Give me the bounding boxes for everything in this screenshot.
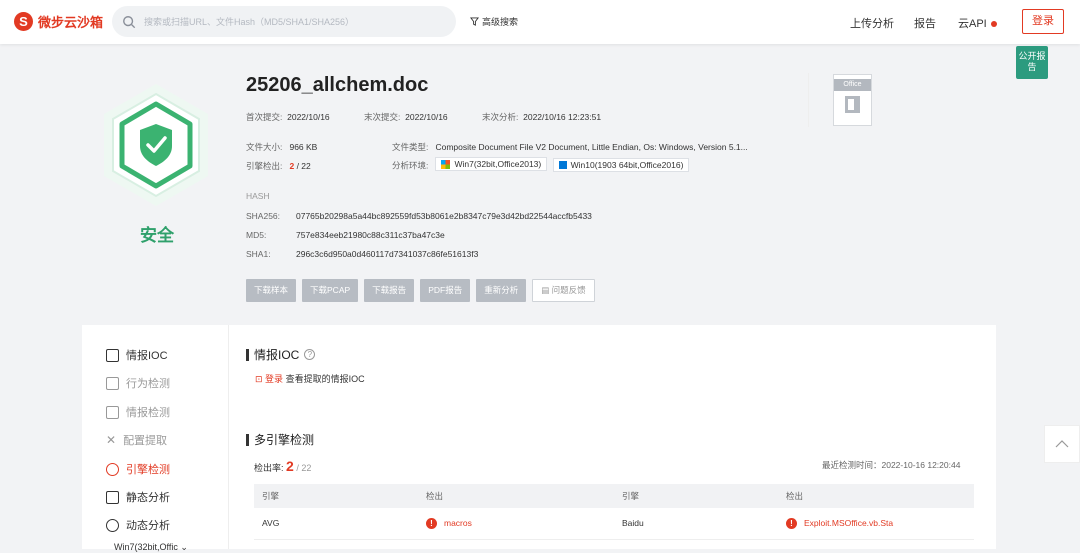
sidebar-env-select[interactable]: Win7(32bit,Offic ⌄: [114, 542, 188, 553]
engine-name: AVG: [254, 508, 418, 540]
engine-result: ! Exploit.MSOffice.vb.Sta: [778, 508, 974, 540]
env-win10[interactable]: Win10(1903 64bit,Office2016): [552, 157, 690, 172]
behavior-icon: [106, 376, 119, 390]
sidebar-item-behavior[interactable]: 行为检测: [106, 375, 170, 391]
file-type-card: Office: [808, 73, 872, 127]
help-icon[interactable]: ?: [304, 349, 316, 360]
download-sample-button[interactable]: 下载样本: [246, 279, 297, 302]
hash-title: HASH: [246, 191, 270, 201]
md5-row: MD5: 757e834eeb21980c88c311c37ba47c3e: [246, 230, 445, 240]
download-report-button[interactable]: 下载报告: [364, 279, 415, 302]
search-box[interactable]: [112, 6, 456, 37]
advanced-search-label: 高级搜索: [482, 17, 519, 27]
sidebar-item-dynamic[interactable]: 动态分析: [106, 517, 170, 533]
env-win7[interactable]: Win7(32bit,Office2013): [435, 157, 548, 171]
report-sidebar: 情报IOC 行为检测 情报检测 ✕ 配置提取 引擎检测 静态分析 动态分析: [82, 325, 229, 549]
last-detect-time: 最近检测时间：2022-10-16 12:20:44: [822, 460, 961, 470]
nav-report[interactable]: 报告: [914, 15, 936, 31]
logo[interactable]: S 微步云沙箱: [14, 12, 103, 31]
action-bar: 下载样本 下载PCAP 下载报告 PDF报告 重新分析 ▤ 问题反馈: [246, 279, 595, 302]
col-result: 检出: [418, 484, 614, 508]
ioc-login-link[interactable]: ⊡ 登录: [255, 374, 283, 384]
office-icon: Office: [833, 74, 872, 126]
scroll-top-button[interactable]: [1044, 425, 1080, 463]
engine-icon: [106, 462, 119, 476]
engine-name: Baidu: [614, 508, 778, 540]
download-pcap-button[interactable]: 下载PCAP: [302, 279, 359, 302]
col-result: 检出: [778, 484, 974, 508]
advanced-search-button[interactable]: 高级搜索: [470, 15, 518, 28]
file-name: 25206_allchem.doc: [246, 74, 429, 96]
search-icon: [123, 15, 136, 28]
engine-section-title: 多引擎检测: [246, 431, 314, 448]
file-size: 文件大小: 966 KB: [246, 142, 318, 152]
ioc-section-title: 情报IOC?: [246, 346, 316, 363]
sidebar-item-static[interactable]: 静态分析: [106, 489, 170, 505]
safe-shield-icon: [104, 84, 208, 206]
nav-cloud-api-label: 云API: [958, 18, 987, 30]
engine-result: ! macros: [418, 508, 614, 540]
engine-table: 引擎 检出 引擎 检出 AVG ! macros Baidu ! Exploit.M…: [254, 484, 974, 540]
login-button[interactable]: 登录: [1022, 9, 1064, 34]
alert-icon: !: [426, 517, 437, 529]
sha1-row: SHA1: 296c3c6d950a0d460117d7341037c86fe51…: [246, 249, 479, 259]
nav-upload[interactable]: 上传分析: [850, 15, 894, 31]
intel-icon: [106, 405, 119, 419]
dynamic-icon: [106, 518, 119, 532]
sidebar-item-ioc[interactable]: 情报IOC: [106, 347, 168, 363]
pdf-report-button[interactable]: PDF报告: [420, 279, 471, 302]
sidebar-item-config[interactable]: ✕ 配置提取: [106, 432, 167, 448]
last-analysis: 末次分析: 2022/10/16 12:23:51: [482, 112, 602, 122]
chevron-up-icon: [1055, 440, 1069, 448]
analysis-env: 分析环境: Win7(32bit,Office2013) Win10(1903 …: [392, 157, 692, 172]
table-row: AVG ! macros Baidu ! Exploit.MSOffice.vb.S…: [254, 508, 974, 540]
first-submit: 首次提交: 2022/10/16: [246, 112, 330, 122]
nav-cloud-api[interactable]: 云API: [958, 15, 997, 31]
file-type: 文件类型: Composite Document File V2 Documen…: [392, 142, 748, 152]
sidebar-item-engines[interactable]: 引擎检测: [106, 461, 170, 477]
detection-rate: 检出率: 2 / 22: [254, 458, 312, 474]
reanalyze-button[interactable]: 重新分析: [476, 279, 527, 302]
logo-text: 微步云沙箱: [38, 15, 104, 30]
public-report-tag[interactable]: 公开报告: [1016, 46, 1048, 79]
verdict-label: 安全: [140, 226, 174, 245]
tools-icon: ✕: [106, 433, 117, 447]
static-icon: [106, 490, 119, 504]
windows10-icon: [558, 160, 567, 169]
search-input[interactable]: [144, 16, 444, 27]
sha256-row: SHA256: 07765b20298a5a44bc892559fd53b8061…: [246, 211, 592, 221]
feedback-button[interactable]: ▤ 问题反馈: [532, 279, 595, 302]
col-engine: 引擎: [254, 484, 418, 508]
ioc-login-hint: ⊡ 登录 查看提取的情报IOC: [255, 374, 365, 384]
api-hot-icon: [990, 21, 997, 28]
windows7-icon: [441, 159, 451, 169]
last-submit: 末次提交: 2022/10/16: [364, 112, 448, 122]
alert-icon: !: [786, 517, 797, 529]
sidebar-item-intel[interactable]: 情报检测: [106, 404, 170, 420]
filter-icon: [470, 17, 479, 26]
col-engine: 引擎: [614, 484, 778, 508]
top-bar: S 微步云沙箱 高级搜索 上传分析 报告 云API 登录: [0, 0, 1080, 44]
engine-hits: 引擎检出: 2 / 22: [246, 161, 311, 171]
ioc-icon: [106, 348, 119, 362]
feedback-icon: ▤: [541, 285, 552, 295]
logo-icon: S: [14, 12, 33, 31]
